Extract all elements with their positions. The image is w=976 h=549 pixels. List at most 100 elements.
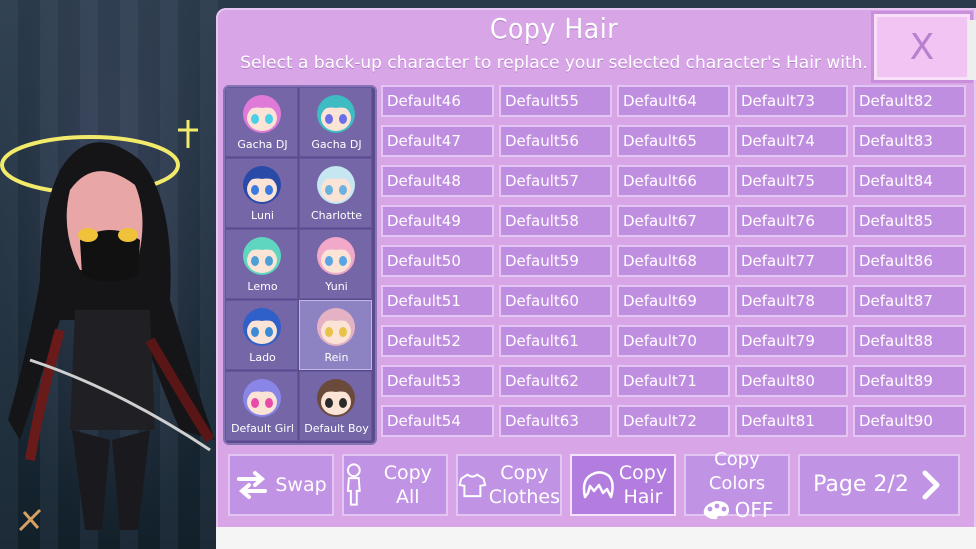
copy-colors-label: Copy Colors — [708, 449, 766, 494]
bottom-bar — [216, 527, 976, 549]
hair-slot[interactable]: Default58 — [499, 205, 612, 237]
hair-slot[interactable]: Default68 — [617, 245, 730, 277]
character-preview — [0, 120, 215, 532]
character-face-icon — [317, 95, 355, 133]
character-name: Lemo — [247, 280, 278, 293]
hair-slot[interactable]: Default56 — [499, 125, 612, 157]
character-face-icon — [243, 237, 281, 275]
hair-slot[interactable]: Default52 — [381, 325, 494, 357]
paint-palette-icon — [703, 501, 729, 520]
character-name: Yuni — [325, 280, 348, 293]
hair-slot[interactable]: Default64 — [617, 85, 730, 117]
hair-slot[interactable]: Default78 — [735, 285, 848, 317]
hair-slot[interactable]: Default83 — [853, 125, 966, 157]
character-tile[interactable]: Default Girl — [225, 371, 298, 441]
page-next-button[interactable]: Page 2/2 — [798, 454, 960, 516]
hair-slot[interactable]: Default76 — [735, 205, 848, 237]
chevron-right-icon — [922, 470, 940, 500]
copy-hair-button[interactable]: Copy Hair — [570, 454, 676, 516]
panel-title: Copy Hair — [489, 12, 619, 45]
hair-slot[interactable]: Default60 — [499, 285, 612, 317]
copy-all-label: Copy All — [383, 462, 432, 508]
character-name: Gacha DJ — [311, 138, 362, 151]
hair-slot[interactable]: Default61 — [499, 325, 612, 357]
hair-slot[interactable]: Default49 — [381, 205, 494, 237]
hair-slot[interactable]: Default84 — [853, 165, 966, 197]
panel-subtitle: Select a back-up character to replace yo… — [240, 53, 868, 73]
character-list: Gacha DJ Gacha DJ Luni Charlotte Lemo Yuni Lad… — [223, 85, 377, 445]
close-icon[interactable]: X — [910, 27, 935, 68]
hair-slot[interactable]: Default51 — [381, 285, 494, 317]
copy-colors-toggle[interactable]: Copy Colors OFF — [684, 449, 790, 522]
hair-slot[interactable]: Default75 — [735, 165, 848, 197]
hair-slot[interactable]: Default63 — [499, 405, 612, 437]
hair-slot[interactable]: Default77 — [735, 245, 848, 277]
character-tile[interactable]: Gacha DJ — [299, 87, 372, 157]
character-face-icon — [243, 379, 281, 417]
hair-slot[interactable]: Default72 — [617, 405, 730, 437]
hair-slot[interactable]: Default85 — [853, 205, 966, 237]
page-indicator: Page 2/2 — [813, 472, 909, 497]
character-name: Default Boy — [304, 422, 369, 435]
hair-slot[interactable]: Default53 — [381, 365, 494, 397]
hair-slot[interactable]: Default54 — [381, 405, 494, 437]
hair-slot[interactable]: Default62 — [499, 365, 612, 397]
hair-slot[interactable]: Default82 — [853, 85, 966, 117]
shirt-icon — [458, 473, 487, 498]
character-name: Rein — [324, 351, 349, 364]
copy-hair-label-1: Copy — [618, 462, 668, 484]
character-tile[interactable]: Default Boy — [299, 371, 372, 441]
character-tile[interactable]: Lado — [225, 300, 298, 370]
hair-slot[interactable]: Default71 — [617, 365, 730, 397]
body-icon — [346, 463, 361, 506]
hair-slot[interactable]: Default70 — [617, 325, 730, 357]
hair-slot[interactable]: Default59 — [499, 245, 612, 277]
hair-slot[interactable]: Default46 — [381, 85, 494, 117]
hair-slot[interactable]: Default79 — [735, 325, 848, 357]
character-tile[interactable]: Charlotte — [299, 158, 372, 228]
copy-clothes-button[interactable]: Copy Clothes — [456, 454, 562, 516]
character-face-icon — [317, 379, 355, 417]
swap-button[interactable]: Swap — [228, 454, 334, 516]
hair-slot[interactable]: Default81 — [735, 405, 848, 437]
hair-slot[interactable]: Default67 — [617, 205, 730, 237]
hair-slot[interactable]: Default48 — [381, 165, 494, 197]
copy-all-button[interactable]: Copy All — [342, 454, 448, 516]
hair-slot[interactable]: Default55 — [499, 85, 612, 117]
hair-slot[interactable]: Default86 — [853, 245, 966, 277]
hair-slot[interactable]: Default65 — [617, 125, 730, 157]
character-tile[interactable]: Gacha DJ — [225, 87, 298, 157]
edge-strip — [968, 20, 976, 80]
hair-slot[interactable]: Default89 — [853, 365, 966, 397]
character-face-icon — [317, 166, 355, 204]
character-face-icon — [243, 166, 281, 204]
hair-slot[interactable]: Default90 — [853, 405, 966, 437]
character-tile[interactable]: Luni — [225, 158, 298, 228]
character-name: Charlotte — [310, 209, 363, 222]
hair-slot[interactable]: Default57 — [499, 165, 612, 197]
character-name: Luni — [251, 209, 274, 222]
hair-slot[interactable]: Default80 — [735, 365, 848, 397]
hair-slot[interactable]: Default50 — [381, 245, 494, 277]
close-button[interactable]: X — [874, 14, 970, 80]
hair-slot[interactable]: Default74 — [735, 125, 848, 157]
toolbar: Swap Copy All Copy Clothes Copy Hair Cop… — [224, 449, 970, 522]
hair-slot[interactable]: Default87 — [853, 285, 966, 317]
hair-slot[interactable]: Default73 — [735, 85, 848, 117]
character-tile[interactable]: Lemo — [225, 229, 298, 299]
hair-slot[interactable]: Default88 — [853, 325, 966, 357]
character-tile[interactable]: Rein — [299, 300, 372, 370]
character-tile[interactable]: Yuni — [299, 229, 372, 299]
character-face-icon — [317, 308, 355, 346]
character-name: Default Girl — [231, 422, 294, 435]
hair-slot-grid: Default46 Default47 Default48 Default49 Defa… — [381, 85, 971, 441]
copy-clothes-label-2: Clothes — [488, 486, 560, 508]
copy-hair-label-2: Hair — [623, 486, 663, 508]
swap-label: Swap — [275, 474, 327, 496]
copy-clothes-label-1: Copy — [500, 462, 549, 484]
hair-slot[interactable]: Default47 — [381, 125, 494, 157]
swap-icon — [237, 471, 268, 499]
hair-slot[interactable]: Default69 — [617, 285, 730, 317]
hair-slot[interactable]: Default66 — [617, 165, 730, 197]
character-face-icon — [317, 237, 355, 275]
